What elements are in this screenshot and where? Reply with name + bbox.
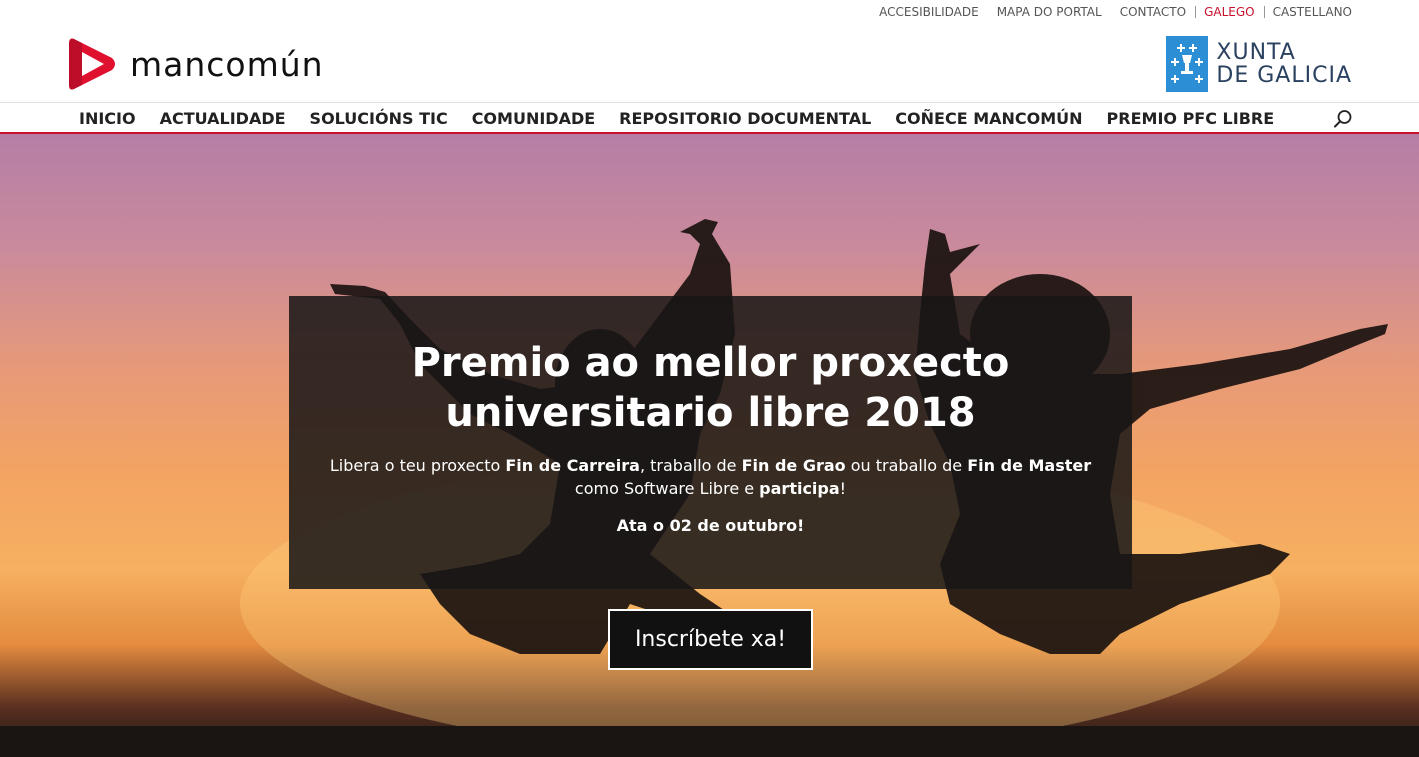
hero-desc-bold: Fin de Grao xyxy=(741,456,846,475)
language-galego[interactable]: GALEGO xyxy=(1204,5,1255,19)
hero-desc-part: ! xyxy=(839,479,847,498)
hero-desc-part: , traballo de xyxy=(639,456,742,475)
hero-description: Libera o teu proxecto Fin de Carreira, t… xyxy=(289,454,1132,500)
separator xyxy=(1263,6,1265,18)
xunta-logo[interactable]: XUNTA DE GALICIA xyxy=(1166,36,1352,92)
site-header: mancomún XUNTA DE GALICIA xyxy=(0,24,1419,102)
nav-item-conece-mancomun[interactable]: COÑECE MANCOMÚN xyxy=(883,109,1094,128)
nav-item-premio-pfc-libre[interactable]: PREMIO PFC LIBRE xyxy=(1095,109,1287,128)
mancomun-logo[interactable]: mancomún xyxy=(68,36,324,92)
logo-wordmark: mancomún xyxy=(130,44,324,84)
hero-desc-bold: Fin de Carreira xyxy=(505,456,640,475)
link-site-map[interactable]: MAPA DO PORTAL xyxy=(997,5,1102,19)
search-icon[interactable] xyxy=(1333,109,1353,129)
xunta-line-2: DE GALICIA xyxy=(1216,63,1352,88)
nav-item-repositorio-documental[interactable]: REPOSITORIO DOCUMENTAL xyxy=(607,109,883,128)
hero-deadline: Ata o 02 de outubro! xyxy=(616,516,805,535)
link-contact[interactable]: CONTACTO xyxy=(1120,5,1186,19)
xunta-line-1: XUNTA xyxy=(1216,40,1296,65)
hero-desc-bold: Fin de Master xyxy=(967,456,1092,475)
nav-item-comunidade[interactable]: COMUNIDADE xyxy=(460,109,607,128)
utility-links: ACCESIBILIDADE MAPA DO PORTAL CONTACTO G… xyxy=(879,5,1352,19)
hero-title: Premio ao mellor proxecto universitario … xyxy=(411,340,1010,436)
hero-overlay-box: Premio ao mellor proxecto universitario … xyxy=(289,296,1132,589)
hero-desc-part: como Software Libre e xyxy=(574,479,760,498)
nav-item-inicio[interactable]: INICIO xyxy=(67,109,148,128)
nav-item-solucions-tic[interactable]: SOLUCIÓNS TIC xyxy=(298,109,460,128)
nav-item-actualidade[interactable]: ACTUALIDADE xyxy=(148,109,298,128)
language-castellano[interactable]: CASTELLANO xyxy=(1273,5,1352,19)
play-logo-icon xyxy=(69,38,115,90)
hero-desc-bold: participa xyxy=(759,479,840,498)
hero-banner: Premio ao mellor proxecto universitario … xyxy=(0,134,1419,757)
utility-bar: ACCESIBILIDADE MAPA DO PORTAL CONTACTO G… xyxy=(0,0,1419,24)
separator xyxy=(1195,6,1197,18)
hero-desc-part: Libera o teu proxecto xyxy=(329,456,506,475)
xunta-wordmark: XUNTA DE GALICIA xyxy=(1216,41,1352,87)
register-button[interactable]: Inscríbete xa! xyxy=(608,609,813,670)
hero-desc-part: ou traballo de xyxy=(845,456,968,475)
link-accessibility[interactable]: ACCESIBILIDADE xyxy=(879,5,979,19)
main-nav: INICIO ACTUALIDADE SOLUCIÓNS TIC COMUNID… xyxy=(0,102,1419,134)
xunta-shield-icon xyxy=(1166,36,1209,92)
